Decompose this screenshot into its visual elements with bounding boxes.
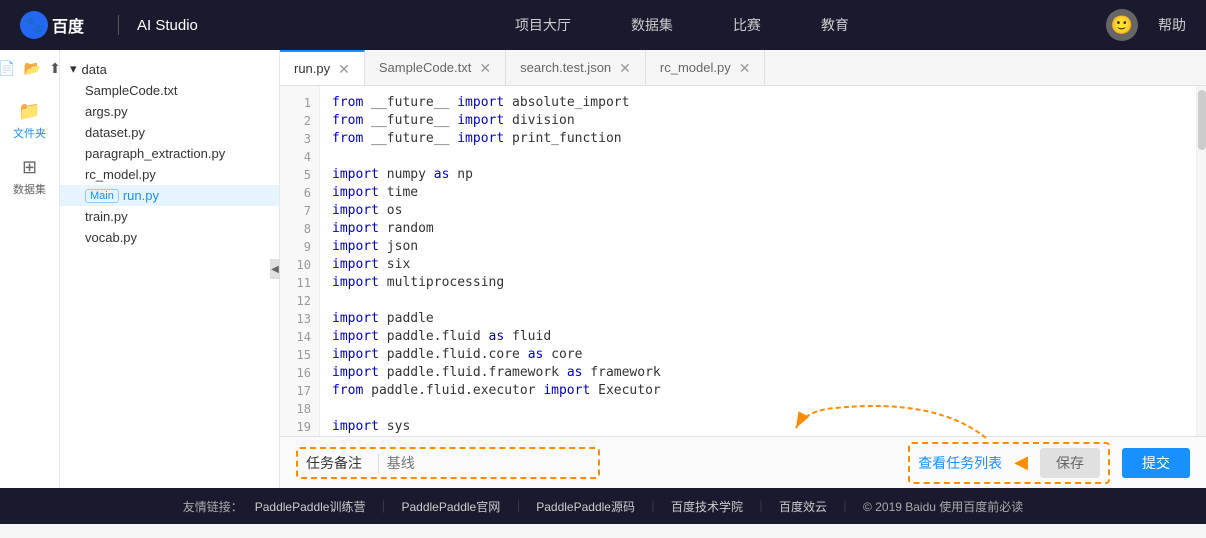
folder-icon: 📁 bbox=[18, 101, 40, 122]
baseline-input[interactable] bbox=[387, 455, 590, 471]
tab-close-samplecode[interactable]: ✕ bbox=[479, 61, 491, 75]
save-button[interactable]: 保存 bbox=[1040, 448, 1100, 478]
file-item-train[interactable]: train.py bbox=[60, 206, 279, 227]
help-link[interactable]: 帮助 bbox=[1158, 15, 1186, 35]
footer-link-4[interactable]: 百度效云 bbox=[779, 498, 827, 515]
scrollbar-thumb[interactable] bbox=[1198, 90, 1206, 150]
baidu-logo: 🐾 百度 bbox=[20, 11, 100, 39]
logo-area: 🐾 百度 AI Studio bbox=[20, 11, 198, 39]
sidebar-item-files[interactable]: 📁 文件夹 bbox=[13, 101, 46, 141]
sidebar-actions: 📄 📂 ⬆ bbox=[0, 60, 61, 77]
footer-prefix: 友情链接： bbox=[183, 498, 243, 515]
datasets-icon: ⊞ bbox=[22, 157, 37, 178]
file-item-dataset[interactable]: dataset.py bbox=[60, 122, 279, 143]
view-tasks-button[interactable]: 查看任务列表 bbox=[918, 453, 1002, 473]
file-item-run[interactable]: Main run.py bbox=[60, 185, 279, 206]
nav-item-education[interactable]: 教育 bbox=[821, 15, 849, 35]
nav-item-projects[interactable]: 项目大厅 bbox=[515, 15, 571, 35]
collapse-panel-btn[interactable]: ◀ bbox=[270, 259, 280, 279]
logo-divider bbox=[118, 15, 119, 35]
scrollbar[interactable] bbox=[1196, 86, 1206, 436]
tab-label-search-test: search.test.json bbox=[520, 60, 611, 75]
main-badge: Main bbox=[85, 189, 119, 203]
footer-link-3[interactable]: 百度技术学院 bbox=[671, 498, 743, 515]
sidebar-item-label-datasets: 数据集 bbox=[13, 181, 46, 197]
tabs-bar: run.py ✕ SampleCode.txt ✕ search.test.js… bbox=[280, 50, 1206, 86]
footer-copyright: © 2019 Baidu 使用百度前必读 bbox=[863, 498, 1023, 515]
sidebar-item-datasets[interactable]: ⊞ 数据集 bbox=[13, 157, 46, 197]
ai-studio-label: AI Studio bbox=[137, 17, 198, 34]
nav-item-datasets[interactable]: 数据集 bbox=[631, 15, 673, 35]
right-actions: 查看任务列表 ◀ 保存 bbox=[908, 442, 1110, 484]
main-nav: 项目大厅 数据集 比赛 教育 bbox=[258, 15, 1106, 35]
line-numbers: 123 456 789 101112 131415 161718 192021 … bbox=[280, 86, 320, 436]
tab-label-run-py: run.py bbox=[294, 61, 330, 76]
tab-close-rc-model[interactable]: ✕ bbox=[739, 61, 751, 75]
file-item-vocab[interactable]: vocab.py bbox=[60, 227, 279, 248]
folder-label: data bbox=[82, 62, 107, 77]
file-item-rcmodel[interactable]: rc_model.py bbox=[60, 164, 279, 185]
avatar[interactable]: 🙂 bbox=[1106, 9, 1138, 41]
sidebar-nav: 📁 文件夹 ⊞ 数据集 bbox=[5, 101, 55, 197]
editor-area: ◀ run.py ✕ SampleCode.txt ✕ search.test.… bbox=[280, 50, 1206, 488]
tab-samplecode[interactable]: SampleCode.txt ✕ bbox=[365, 50, 506, 85]
tab-run-py[interactable]: run.py ✕ bbox=[280, 50, 365, 85]
task-note-section: 任务备注 bbox=[296, 447, 600, 479]
code-container[interactable]: 123 456 789 101112 131415 161718 192021 … bbox=[280, 86, 1206, 436]
tab-close-run-py[interactable]: ✕ bbox=[338, 62, 350, 76]
footer-link-2[interactable]: PaddlePaddle源码 bbox=[536, 498, 635, 515]
sidebar: 📄 📂 ⬆ 📁 文件夹 ⊞ 数据集 bbox=[0, 50, 60, 488]
arrow-right-icon: ◀ bbox=[1014, 452, 1028, 473]
file-item-args[interactable]: args.py bbox=[60, 101, 279, 122]
file-tree: ▾ data SampleCode.txt args.py dataset.py… bbox=[60, 50, 280, 488]
tab-close-search-test[interactable]: ✕ bbox=[619, 61, 631, 75]
folder-data[interactable]: ▾ data bbox=[60, 58, 279, 80]
tab-rc-model[interactable]: rc_model.py ✕ bbox=[646, 50, 766, 85]
task-note-label: 任务备注 bbox=[306, 453, 362, 473]
tab-search-test[interactable]: search.test.json ✕ bbox=[506, 50, 646, 85]
baidu-text: 百度 bbox=[52, 13, 84, 37]
code-editor[interactable]: from __future__ import absolute_import f… bbox=[320, 86, 1196, 436]
bottom-bar: 任务备注 查看任务列表 ◀ 保存 提交 bbox=[280, 436, 1206, 488]
file-item-paragraph[interactable]: paragraph_extraction.py bbox=[60, 143, 279, 164]
main-container: 📄 📂 ⬆ 📁 文件夹 ⊞ 数据集 ▾ data SampleCode.txt … bbox=[0, 50, 1206, 488]
submit-button[interactable]: 提交 bbox=[1122, 448, 1190, 478]
new-folder-icon[interactable]: 📂 bbox=[24, 60, 41, 77]
nav-item-competition[interactable]: 比赛 bbox=[733, 15, 761, 35]
tab-label-rc-model: rc_model.py bbox=[660, 60, 731, 75]
chevron-down-icon: ▾ bbox=[70, 61, 77, 77]
baidu-paw-icon: 🐾 bbox=[20, 11, 48, 39]
footer: 友情链接： PaddlePaddle训练营 ｜ PaddlePaddle官网 ｜… bbox=[0, 488, 1206, 524]
footer-link-0[interactable]: PaddlePaddle训练营 bbox=[255, 498, 366, 515]
sidebar-item-label-files: 文件夹 bbox=[13, 125, 46, 141]
tab-label-samplecode: SampleCode.txt bbox=[379, 60, 472, 75]
task-divider bbox=[378, 453, 379, 473]
footer-link-1[interactable]: PaddlePaddle官网 bbox=[401, 498, 500, 515]
header-right: 🙂 帮助 bbox=[1106, 9, 1186, 41]
header: 🐾 百度 AI Studio 项目大厅 数据集 比赛 教育 🙂 帮助 bbox=[0, 0, 1206, 50]
new-file-icon[interactable]: 📄 bbox=[0, 60, 16, 77]
run-py-label: run.py bbox=[123, 188, 159, 203]
file-item-samplecode[interactable]: SampleCode.txt bbox=[60, 80, 279, 101]
